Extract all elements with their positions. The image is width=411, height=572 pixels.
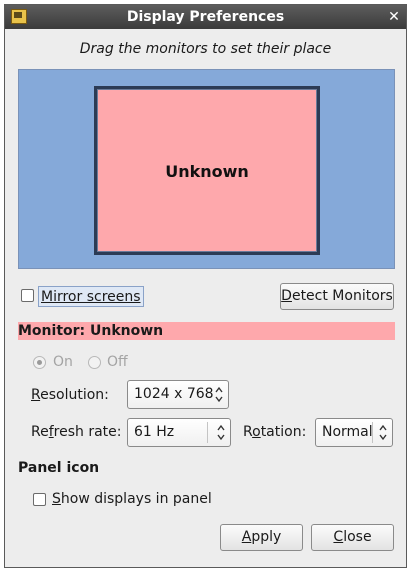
apply-label-rest: pply bbox=[251, 529, 282, 545]
updown-arrow-icon bbox=[379, 424, 387, 441]
updown-arrow-icon bbox=[217, 424, 225, 441]
show-displays-mnemonic: S bbox=[52, 491, 61, 507]
title-bar[interactable]: Display Preferences ✕ bbox=[5, 5, 406, 29]
rotation-value: Normal bbox=[322, 424, 373, 440]
combo-separator bbox=[372, 422, 373, 443]
apply-mnemonic: A bbox=[241, 529, 252, 545]
refresh-rate-label: Refresh rate: bbox=[31, 424, 122, 440]
rotation-label: Rotation: bbox=[243, 424, 306, 440]
show-displays-label[interactable]: Show displays in panel bbox=[52, 491, 212, 507]
combo-separator bbox=[207, 422, 208, 443]
power-off-label: Off bbox=[107, 354, 128, 370]
rotation-mnemonic: o bbox=[252, 424, 261, 440]
refresh-rate-value: 61 Hz bbox=[134, 424, 175, 440]
show-displays-label-rest: how displays in panel bbox=[60, 491, 212, 507]
apply-button[interactable]: Apply bbox=[220, 524, 303, 551]
mirror-screens-checkbox[interactable] bbox=[21, 289, 34, 302]
refresh-rate-select[interactable]: 61 Hz bbox=[127, 418, 231, 447]
close-button[interactable]: Close bbox=[311, 524, 394, 551]
resolution-select[interactable]: 1024 x 768 bbox=[127, 380, 229, 409]
close-icon[interactable]: ✕ bbox=[386, 8, 402, 26]
mirror-screens-text: Mirror screens bbox=[41, 289, 141, 305]
monitor-tile-label: Unknown bbox=[165, 162, 249, 181]
panel-icon-section-title: Panel icon bbox=[18, 460, 100, 476]
monitor-section-header: Monitor: Unknown bbox=[18, 322, 395, 340]
resolution-label-rest: esolution: bbox=[40, 387, 109, 403]
close-label-rest: lose bbox=[343, 529, 372, 545]
show-displays-checkbox[interactable] bbox=[33, 493, 46, 506]
refresh-label-prefix: Re bbox=[31, 424, 49, 440]
updown-arrow-icon bbox=[215, 386, 223, 403]
rotation-label-prefix: R bbox=[243, 424, 253, 440]
monitor-unknown-tile[interactable]: Unknown bbox=[94, 86, 320, 255]
resolution-label: Resolution: bbox=[31, 387, 109, 403]
resolution-mnemonic: R bbox=[31, 387, 41, 403]
power-on-label: On bbox=[53, 354, 73, 370]
rotation-label-rest: tation: bbox=[260, 424, 307, 440]
resolution-value: 1024 x 768 bbox=[134, 386, 214, 402]
power-on-radio[interactable] bbox=[33, 356, 46, 369]
power-off-radio[interactable] bbox=[88, 356, 101, 369]
close-mnemonic: C bbox=[333, 529, 344, 545]
detect-label-rest: etect Monitors bbox=[291, 288, 393, 304]
window-title: Display Preferences bbox=[126, 9, 285, 25]
detect-mnemonic: D bbox=[281, 288, 292, 304]
detect-monitors-button[interactable]: Detect Monitors bbox=[280, 283, 394, 310]
refresh-label-rest: resh rate: bbox=[53, 424, 122, 440]
mirror-screens-label[interactable]: Mirror screens bbox=[38, 286, 144, 307]
instructions-text: Drag the monitors to set their place bbox=[79, 41, 332, 57]
rotation-select[interactable]: Normal bbox=[315, 418, 393, 447]
